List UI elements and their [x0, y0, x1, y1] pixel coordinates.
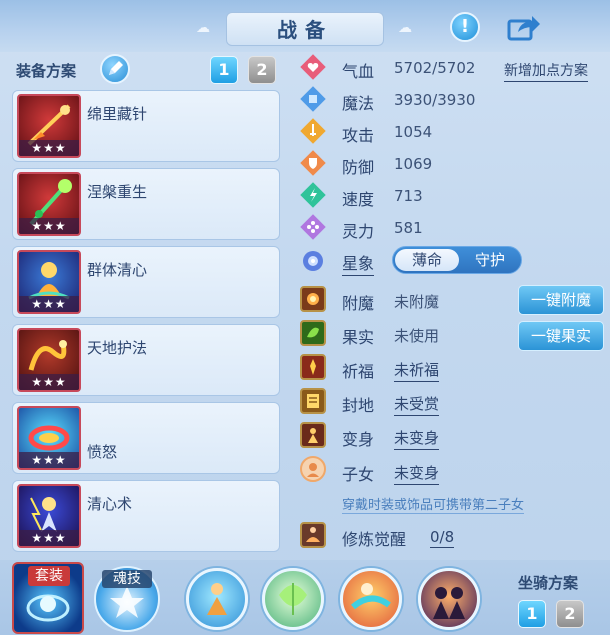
- fief-icon: [300, 388, 326, 414]
- skill-card[interactable]: ★★★ 天地护法: [12, 324, 280, 396]
- stat-label: 魔法: [342, 94, 375, 113]
- stat-value: 1054: [394, 123, 433, 141]
- star-sign-label[interactable]: 星象: [342, 250, 375, 276]
- green-staff-icon: ★★★: [17, 172, 81, 236]
- share-icon[interactable]: [506, 12, 542, 42]
- lotus-figure-icon: ★★★: [17, 250, 81, 314]
- soul-skill-label: 魂技: [102, 570, 152, 588]
- skill-name: 绵里藏针: [87, 105, 148, 123]
- attribute-label: 封地: [342, 396, 375, 415]
- stat-label: 灵力: [342, 222, 375, 241]
- sword-icon: [300, 118, 326, 144]
- transform-icon: [300, 422, 326, 448]
- speed-icon: [300, 182, 326, 208]
- shield-icon: [300, 150, 326, 176]
- stat-value: 1069: [394, 155, 433, 173]
- alert-symbol: !: [460, 16, 470, 37]
- blessing-icon: [300, 354, 326, 380]
- star-sign-icon: [303, 251, 323, 271]
- mount-scheme-tab-2[interactable]: 2: [556, 600, 584, 628]
- red-needle-icon: ★★★: [17, 94, 81, 158]
- skill-name: 天地护法: [87, 339, 148, 357]
- equipment-scheme-tab-1[interactable]: 1: [210, 56, 238, 84]
- skill-name: 清心术: [87, 495, 133, 513]
- lightning-figure-icon: ★★★: [17, 484, 81, 548]
- fruit-icon: [300, 320, 326, 346]
- attribute-value: 未附魔: [394, 293, 440, 311]
- heart-icon: [300, 54, 326, 80]
- stat-label: 速度: [342, 190, 375, 209]
- attribute-label: 子女: [342, 465, 375, 484]
- spirit-icon: [300, 214, 326, 240]
- equipment-scheme-label: 装备方案: [16, 62, 77, 80]
- suit-label: 套装: [28, 566, 70, 586]
- one-click-enchant-button[interactable]: 一键附魔: [518, 285, 604, 315]
- star-sign-toggle[interactable]: 薄命 守护: [392, 246, 522, 274]
- skill-name: 涅槃重生: [87, 183, 148, 201]
- dancer-slot-icon[interactable]: [340, 568, 402, 630]
- stat-value: 3930/3930: [394, 91, 476, 109]
- mount-scheme-label: 坐骑方案: [518, 574, 579, 592]
- skill-card[interactable]: ★★★ 群体清心: [12, 246, 280, 318]
- mount-scheme-tab-1[interactable]: 1: [518, 600, 546, 628]
- exclamation-icon[interactable]: !: [450, 12, 480, 42]
- skill-stars: ★★★: [19, 374, 79, 390]
- skill-stars: ★★★: [19, 140, 79, 156]
- attribute-value[interactable]: 未变身: [394, 427, 440, 450]
- stat-label: 防御: [342, 158, 375, 177]
- skill-name: 愤怒: [87, 443, 118, 461]
- skill-stars: ★★★: [19, 452, 79, 468]
- star-sign-option-shou-hu[interactable]: 守护: [459, 249, 521, 271]
- skill-stars: ★★★: [19, 530, 79, 546]
- skill-stars: ★★★: [19, 296, 79, 312]
- skill-card[interactable]: ★★★ 绵里藏针: [12, 90, 280, 162]
- stat-value: 581: [394, 219, 423, 237]
- attribute-label: 祈福: [342, 362, 375, 381]
- stat-label: 气血: [342, 62, 375, 81]
- suit-button[interactable]: 套装: [12, 562, 84, 634]
- second-child-hint: 穿戴时装或饰品可携带第二子女: [342, 494, 525, 514]
- cloud-ornament-icon: ☁: [196, 20, 210, 36]
- attribute-value: 未使用: [394, 327, 440, 345]
- child-icon: [300, 456, 326, 482]
- skill-card[interactable]: ★★★ 涅槃重生: [12, 168, 280, 240]
- title-plate: 战备: [226, 12, 384, 46]
- soul-skill-button[interactable]: 魂技: [94, 566, 160, 632]
- cloud-ornament-icon: ☁: [398, 20, 412, 36]
- skill-card[interactable]: ★★★ 清心术: [12, 480, 280, 552]
- leaf-slot-icon[interactable]: [262, 568, 324, 630]
- rage-ring-icon: ★★★: [17, 406, 81, 470]
- stat-value: 5702/5702: [394, 59, 476, 77]
- cultivation-value[interactable]: 0/8: [430, 528, 455, 548]
- cultivation-label: 修炼觉醒: [342, 530, 407, 549]
- attribute-label: 果实: [342, 328, 375, 347]
- stat-value: 713: [394, 187, 423, 205]
- attribute-label: 附魔: [342, 294, 375, 313]
- skill-stars: ★★★: [19, 218, 79, 234]
- monk-slot-icon[interactable]: [186, 568, 248, 630]
- one-click-fruit-button[interactable]: 一键果实: [518, 321, 604, 351]
- skill-name: 群体清心: [87, 261, 148, 279]
- add-points-scheme-link[interactable]: 新增加点方案: [504, 60, 588, 82]
- stat-label: 攻击: [342, 126, 375, 145]
- star-sign-option-bo-ming[interactable]: 薄命: [395, 249, 459, 271]
- attribute-value[interactable]: 未变身: [394, 462, 440, 485]
- attribute-value[interactable]: 未受赏: [394, 393, 440, 416]
- equipment-scheme-tab-2[interactable]: 2: [248, 56, 276, 84]
- attribute-value[interactable]: 未祈福: [394, 359, 440, 382]
- golden-dragon-icon: ★★★: [17, 328, 81, 392]
- enchant-icon: [300, 286, 326, 312]
- page-title: 战备: [277, 18, 333, 42]
- meditation-icon: [300, 522, 326, 548]
- skill-card[interactable]: ★★★ 愤怒: [12, 402, 280, 474]
- edit-pencil-icon[interactable]: [100, 54, 130, 84]
- attribute-label: 变身: [342, 430, 375, 449]
- mana-icon: [300, 86, 326, 112]
- warrior-slot-icon[interactable]: [418, 568, 480, 630]
